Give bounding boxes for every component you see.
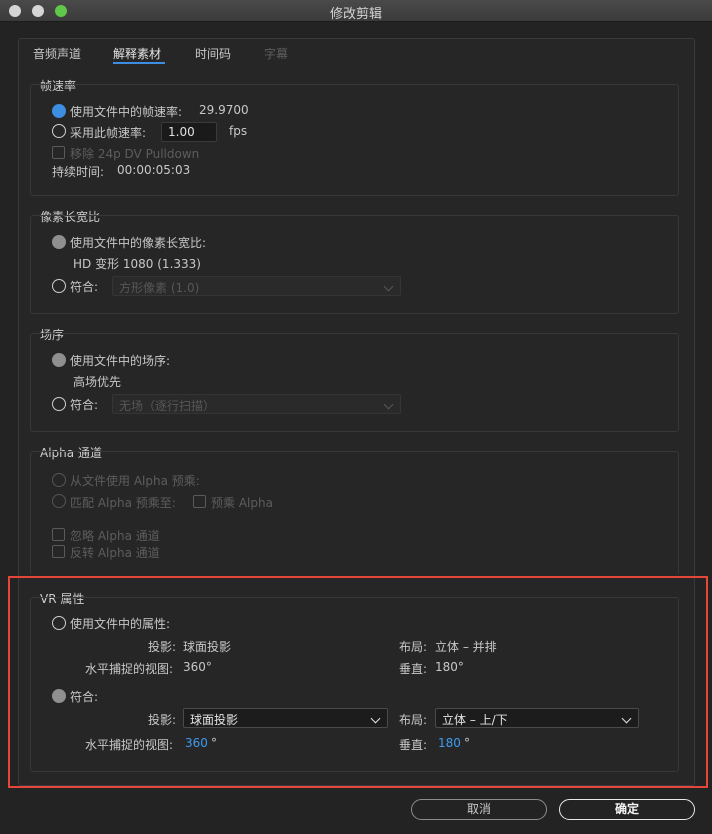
use-file-pixel-aspect-radio[interactable]	[52, 235, 66, 249]
vertical-scrub-value[interactable]: 180	[438, 736, 461, 750]
vr-projection-label: 投影:	[148, 640, 177, 654]
conform-h-view-label: 水平捕捉的视图:	[85, 738, 174, 752]
alpha-match-radio	[52, 494, 66, 508]
title-bar: 修改剪辑	[0, 0, 712, 22]
vr-h-view-label: 水平捕捉的视图:	[85, 662, 174, 676]
field-order-select: 无场（逐行扫描）	[112, 394, 401, 414]
layout-select-value: 立体 – 上/下	[442, 713, 508, 727]
use-file-field-order-radio[interactable]	[52, 353, 66, 367]
conform-vertical-label: 垂直:	[399, 738, 428, 752]
file-frame-rate-value: 29.9700	[199, 103, 249, 117]
file-field-order-value: 高场优先	[73, 375, 122, 389]
invert-alpha-checkbox	[52, 545, 65, 558]
conform-pixel-aspect-radio[interactable]	[52, 279, 66, 293]
assume-frame-rate-radio[interactable]	[52, 124, 66, 138]
window-title: 修改剪辑	[329, 7, 382, 22]
tab-interpret-footage[interactable]: 解释素材	[113, 45, 161, 62]
file-pixel-aspect-value: HD 变形 1080 (1.333)	[73, 257, 201, 271]
conform-pixel-aspect-label: 符合:	[70, 280, 99, 294]
vr-h-view-value: 360°	[183, 660, 212, 674]
use-file-frame-rate-radio[interactable]	[52, 104, 66, 118]
ignore-alpha-label: 忽略 Alpha 通道	[70, 529, 160, 543]
projection-select-value: 球面投影	[190, 713, 239, 727]
remove-pulldown-checkbox	[52, 146, 65, 159]
conform-vr-label: 符合:	[70, 690, 99, 704]
alpha-match-label: 匹配 Alpha 预乘至:	[70, 496, 176, 510]
premultiply-alpha-label: 预乘 Alpha	[211, 496, 273, 510]
assume-frame-rate-label: 采用此帧速率:	[70, 126, 147, 140]
projection-select[interactable]: 球面投影	[183, 708, 388, 728]
duration-value: 00:00:05:03	[117, 163, 191, 177]
chevron-down-icon	[383, 399, 394, 410]
invert-alpha-label: 反转 Alpha 通道	[70, 546, 160, 560]
use-file-frame-rate-label: 使用文件中的帧速率:	[70, 105, 183, 119]
active-tab-indicator	[113, 62, 165, 64]
vr-layout-value: 立体 – 并排	[435, 640, 497, 654]
fps-unit-label: fps	[229, 124, 248, 138]
conform-field-order-radio[interactable]	[52, 397, 66, 411]
field-order-select-value: 无场（逐行扫描）	[119, 399, 216, 413]
conform-layout-label: 布局:	[399, 713, 428, 727]
use-file-vr-label: 使用文件中的属性:	[70, 617, 171, 631]
premultiply-alpha-checkbox	[193, 495, 206, 508]
pixel-aspect-select-value: 方形像素 (1.0)	[119, 281, 200, 295]
vr-projection-value: 球面投影	[183, 640, 232, 654]
layout-select[interactable]: 立体 – 上/下	[435, 708, 639, 728]
chevron-down-icon	[621, 713, 632, 724]
duration-label: 持续时间:	[52, 165, 105, 179]
chevron-down-icon	[383, 281, 394, 292]
cancel-button[interactable]: 取消	[411, 799, 547, 820]
ignore-alpha-checkbox	[52, 528, 65, 541]
tab-audio-channels[interactable]: 音频声道	[33, 45, 81, 62]
tab-timecode[interactable]: 时间码	[195, 45, 231, 62]
use-file-field-order-label: 使用文件中的场序:	[70, 354, 171, 368]
alpha-from-file-radio	[52, 473, 66, 487]
vertical-degree: °	[464, 736, 470, 750]
ok-button[interactable]: 确定	[559, 799, 695, 820]
conform-projection-label: 投影:	[148, 713, 177, 727]
vr-layout-label: 布局:	[399, 640, 428, 654]
vr-vertical-value: 180°	[435, 660, 464, 674]
use-file-vr-radio[interactable]	[52, 616, 66, 630]
pixel-aspect-select: 方形像素 (1.0)	[112, 276, 401, 296]
remove-pulldown-label: 移除 24p DV Pulldown	[70, 147, 200, 161]
tab-captions: 字幕	[264, 47, 289, 61]
alpha-from-file-label: 从文件使用 Alpha 预乘:	[70, 474, 200, 488]
conform-field-order-label: 符合:	[70, 398, 99, 412]
vr-vertical-label: 垂直:	[399, 662, 428, 676]
assume-frame-rate-input[interactable]: 1.00	[161, 122, 217, 142]
h-view-degree: °	[211, 736, 217, 750]
field-order-group	[30, 333, 679, 432]
chevron-down-icon	[370, 713, 381, 724]
h-view-scrub-value[interactable]: 360	[185, 736, 208, 750]
conform-vr-radio[interactable]	[52, 689, 66, 703]
use-file-pixel-aspect-label: 使用文件中的像素长宽比:	[70, 236, 207, 250]
